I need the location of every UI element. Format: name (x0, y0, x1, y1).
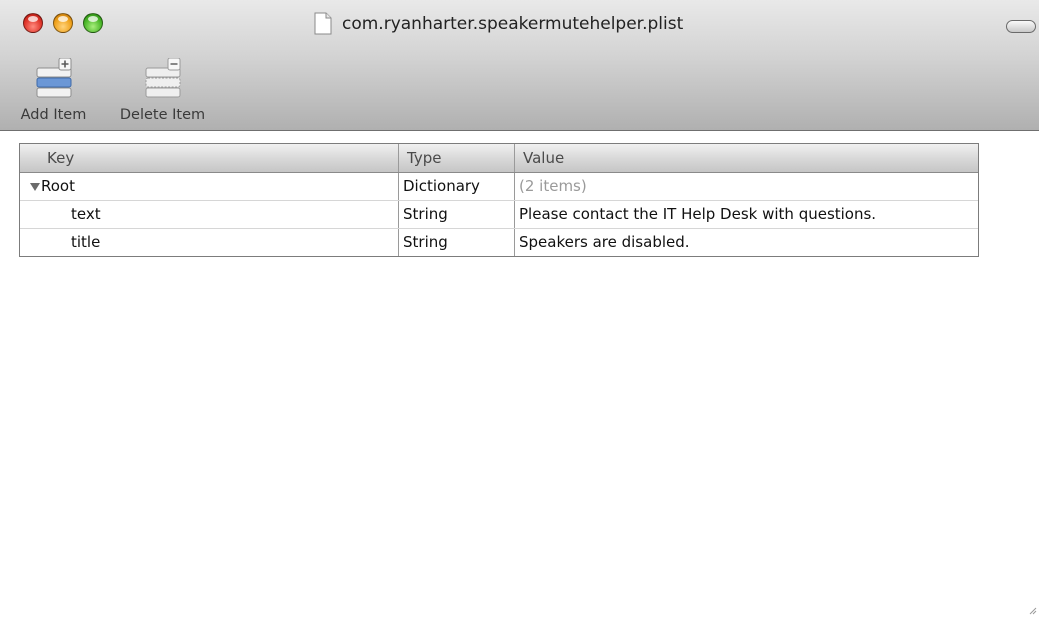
resize-grip-icon[interactable] (1027, 605, 1037, 615)
key-cell[interactable]: text (20, 201, 398, 228)
minimize-icon[interactable] (53, 13, 73, 33)
key-cell[interactable]: Root (20, 173, 398, 200)
add-item-button[interactable]: Add Item (0, 58, 107, 124)
delete-item-label: Delete Item (119, 107, 206, 123)
column-header-key[interactable]: Key (20, 144, 398, 172)
table-header: Key Type Value (20, 144, 978, 173)
close-icon[interactable] (23, 13, 43, 33)
key-text: text (71, 205, 101, 223)
plist-editor-window: com.ryanharter.speakermutehelper.plist A… (0, 0, 1039, 617)
plist-table: Key Type Value Root Dictionary (2 items)… (19, 143, 979, 257)
table-row-text[interactable]: text String Please contact the IT Help D… (20, 201, 978, 229)
value-cell[interactable]: Please contact the IT Help Desk with que… (514, 201, 978, 228)
table-row-title[interactable]: title String Speakers are disabled. (20, 229, 978, 257)
table-row-root[interactable]: Root Dictionary (2 items) (20, 173, 978, 201)
disclosure-triangle-icon[interactable] (30, 183, 40, 191)
window-title: com.ryanharter.speakermutehelper.plist (342, 14, 684, 34)
zoom-icon[interactable] (83, 13, 103, 33)
type-cell[interactable]: String (398, 229, 514, 256)
type-cell[interactable]: String (398, 201, 514, 228)
key-text: title (71, 233, 101, 251)
document-icon (314, 12, 332, 35)
add-item-icon (36, 58, 71, 98)
type-cell[interactable]: Dictionary (398, 173, 514, 200)
toolbar-toggle-icon[interactable] (1006, 20, 1036, 33)
key-text: Root (41, 177, 75, 195)
value-cell: (2 items) (514, 173, 978, 200)
delete-item-button[interactable]: Delete Item (111, 58, 214, 124)
value-cell[interactable]: Speakers are disabled. (514, 229, 978, 256)
delete-item-icon (145, 58, 180, 98)
column-header-value[interactable]: Value (514, 144, 978, 172)
title-toolbar: com.ryanharter.speakermutehelper.plist A… (0, 0, 1039, 131)
add-item-label: Add Item (20, 107, 87, 123)
key-cell[interactable]: title (20, 229, 398, 256)
column-header-type[interactable]: Type (398, 144, 514, 172)
